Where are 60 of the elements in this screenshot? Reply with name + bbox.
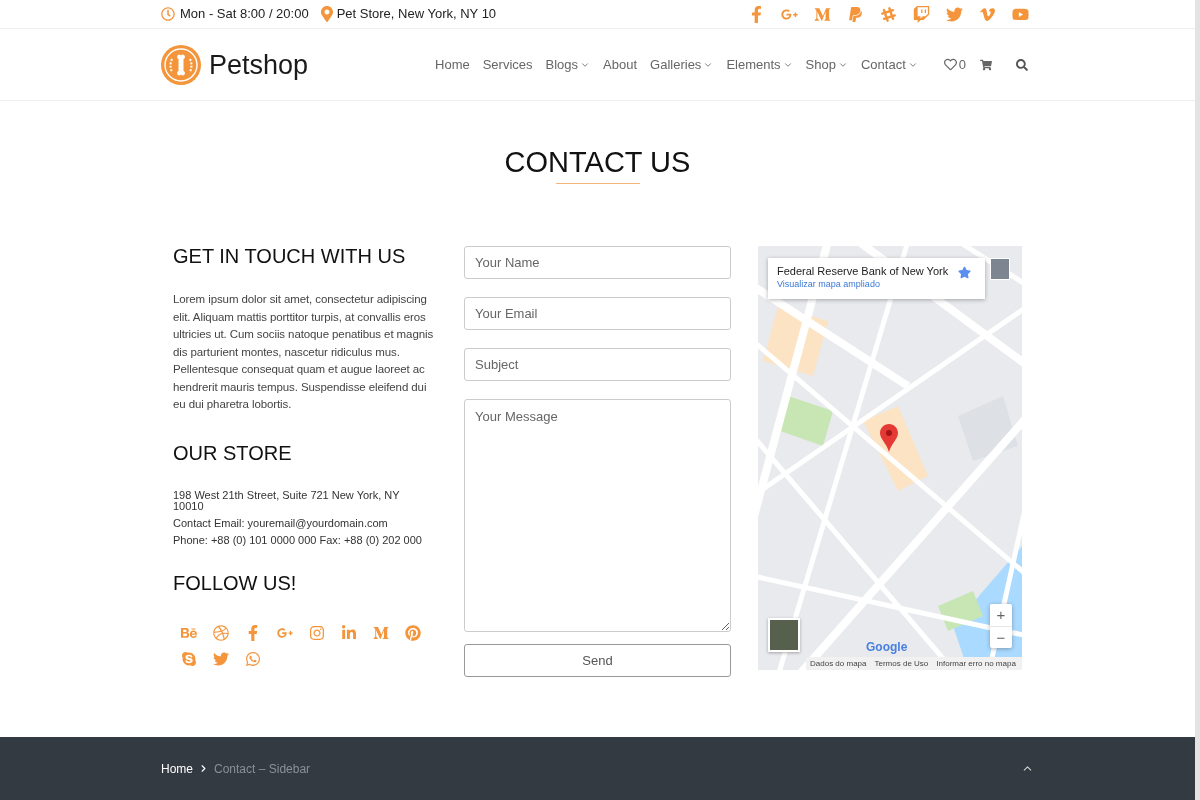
store-location: Pet Store, New York, NY 10	[336, 5, 497, 24]
map-footer-link[interactable]: Dados do mapa	[810, 658, 867, 669]
twitch-icon[interactable]	[913, 5, 930, 23]
logo-text[interactable]: Petshop	[209, 49, 309, 80]
store-address: 198 West 21th Street, Suite 721 New York, NY 10010	[173, 489, 401, 512]
photo-placeholder[interactable]	[990, 258, 1010, 280]
section-heading: FOLLOW US!	[173, 572, 298, 593]
send-button[interactable]: Send	[464, 644, 731, 677]
section-heading: OUR STORE	[173, 442, 293, 463]
map-footer-link[interactable]: Informar erro no mapa	[936, 658, 1016, 669]
nav-link[interactable]: Home	[435, 54, 470, 75]
text-input-field[interactable]: Your Email	[464, 297, 731, 330]
star-icon[interactable]	[958, 266, 971, 279]
nav-link[interactable]: Blogs	[545, 54, 591, 75]
heart-icon[interactable]	[943, 58, 957, 71]
opening-hours: Mon - Sat 8:00 / 20:00	[180, 5, 309, 24]
medium-icon[interactable]	[373, 624, 389, 641]
intro-paragraph: Lorem ipsum dolor sit amet, consectetur adipiscing elit. Aliquam mattis porttitor turpis, at convallis eros ultricies ut. Cum sociis natoque penatibus et magnis dis parturient montes, nascetur ridiculus mus. Pellentesque consequat quam et augue laoreet ac hendrerit mauris tempus. Suspendisse eleifend dui eu dui pharetra lobortis.	[173, 292, 435, 412]
breadcrumb-link[interactable]: Home	[161, 759, 193, 778]
pinterest-icon[interactable]	[405, 624, 421, 641]
instagram-icon[interactable]	[309, 624, 325, 641]
larger-map-link[interactable]: Visualizar mapa ampliado	[777, 278, 880, 290]
nav-link[interactable]: About	[603, 54, 638, 75]
skype-icon[interactable]	[181, 650, 197, 667]
slack-icon[interactable]	[880, 5, 897, 23]
linkedin-icon[interactable]	[341, 624, 357, 641]
dribbble-icon[interactable]	[213, 624, 229, 641]
text-input-field[interactable]: Subject	[464, 348, 731, 381]
nav-link[interactable]: Galleries	[650, 54, 714, 75]
nav-link[interactable]: Elements	[726, 54, 793, 75]
whatsapp-icon[interactable]	[245, 650, 261, 667]
store-contact-line: Contact Email: youremail@yourdomain.com	[173, 515, 388, 531]
place-title: Federal Reserve Bank of New York	[777, 264, 949, 278]
nav-link[interactable]: Shop	[805, 54, 848, 75]
map-footer-link[interactable]: Termos de Uso	[874, 658, 929, 669]
message-textarea[interactable]: Your Message	[464, 399, 731, 632]
twitter-icon[interactable]	[213, 650, 229, 667]
location-pin-icon[interactable]	[880, 424, 898, 452]
nav-link[interactable]: Contact	[860, 54, 918, 75]
section-heading: GET IN TOUCH WITH US	[173, 246, 407, 266]
zoom-out-button[interactable]: −	[990, 626, 1012, 648]
paypal-icon[interactable]	[847, 5, 864, 23]
text-input-field[interactable]: Your Name	[464, 246, 731, 279]
store-contact-line: Phone: +88 (0) 101 0000 000 Fax: +88 (0) 202 000	[173, 532, 422, 548]
breadcrumb-link[interactable]: Contact – Sidebar	[214, 759, 311, 778]
map-logo: Google	[866, 640, 908, 654]
nav-link[interactable]: Services	[482, 54, 533, 75]
bone-emblem-icon[interactable]	[161, 44, 201, 85]
location-pin-icon	[320, 6, 333, 22]
scrollbar[interactable]	[1195, 0, 1200, 800]
search-icon[interactable]	[1016, 58, 1028, 71]
wishlist-count: 0	[958, 55, 966, 74]
zoom-in-button[interactable]: +	[990, 604, 1012, 626]
cart-icon[interactable]	[980, 58, 992, 71]
medium-icon[interactable]	[814, 5, 831, 23]
satellite-thumbnail[interactable]	[768, 618, 800, 652]
clock-icon	[161, 7, 175, 21]
page-title: CONTACT US	[504, 145, 691, 179]
vimeo-icon[interactable]	[979, 5, 996, 23]
twitter-icon[interactable]	[946, 5, 963, 23]
